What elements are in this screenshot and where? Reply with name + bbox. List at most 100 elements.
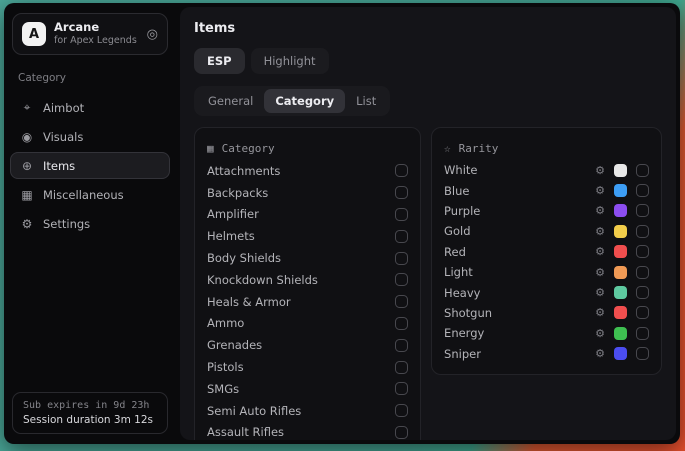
category-label: Ammo — [207, 316, 244, 330]
checkbox[interactable] — [636, 164, 649, 177]
loot-box-icon: ⊕ — [20, 159, 34, 173]
rarity-label: Energy — [444, 326, 484, 340]
checkbox[interactable] — [395, 361, 408, 374]
sidebar-item-label: Visuals — [43, 130, 83, 144]
color-swatch[interactable] — [614, 245, 627, 258]
gear-icon[interactable]: ⚙ — [595, 306, 605, 319]
category-row: Amplifier — [207, 204, 408, 226]
checkbox[interactable] — [636, 245, 649, 258]
checkbox[interactable] — [636, 204, 649, 217]
gear-icon[interactable]: ⚙ — [595, 164, 605, 177]
sidebar-item-items[interactable]: ⊕ Items — [10, 152, 170, 179]
color-swatch[interactable] — [614, 266, 627, 279]
gear-icon[interactable]: ⚙ — [595, 347, 605, 360]
grid-icon: ▦ — [20, 188, 34, 202]
checkbox[interactable] — [395, 186, 408, 199]
checkbox[interactable] — [636, 266, 649, 279]
checkbox[interactable] — [395, 208, 408, 221]
color-swatch[interactable] — [614, 204, 627, 217]
category-row: Pistols — [207, 356, 408, 378]
checkbox[interactable] — [395, 404, 408, 417]
color-swatch[interactable] — [614, 184, 627, 197]
gear-icon[interactable]: ⚙ — [595, 286, 605, 299]
category-row: Grenades — [207, 334, 408, 356]
gear-icon[interactable]: ⚙ — [595, 266, 605, 279]
category-label: Assault Rifles — [207, 425, 284, 439]
checkbox[interactable] — [395, 252, 408, 265]
sidebar-item-aimbot[interactable]: ⌖ Aimbot — [10, 94, 170, 121]
checkbox[interactable] — [395, 426, 408, 439]
gear-icon[interactable]: ⚙ — [595, 184, 605, 197]
color-swatch[interactable] — [614, 347, 627, 360]
checkbox[interactable] — [395, 295, 408, 308]
app-logo: A — [22, 22, 46, 46]
chip-esp[interactable]: ESP — [194, 48, 245, 74]
rarity-row: Light ⚙ — [444, 262, 649, 282]
tab-bar: General Category List — [194, 86, 390, 116]
gear-icon[interactable]: ⚙ — [595, 245, 605, 258]
checkbox[interactable] — [395, 164, 408, 177]
category-label: SMGs — [207, 382, 239, 396]
category-label: Helmets — [207, 229, 255, 243]
rarity-label: Light — [444, 265, 473, 279]
sidebar: A Arcane for Apex Legends ◎ Category ⌖ A… — [4, 3, 176, 444]
rarity-row: Heavy ⚙ — [444, 282, 649, 302]
chip-highlight[interactable]: Highlight — [251, 48, 329, 74]
checkbox[interactable] — [636, 184, 649, 197]
rarity-label: Red — [444, 245, 466, 259]
category-row: Ammo — [207, 313, 408, 335]
color-swatch[interactable] — [614, 225, 627, 238]
checkbox[interactable] — [395, 382, 408, 395]
target-settings-icon[interactable]: ◎ — [147, 27, 158, 42]
sub-expires-text: Sub expires in 9d 23h — [23, 400, 157, 411]
rarity-row: Sniper ⚙ — [444, 344, 649, 364]
gear-icon[interactable]: ⚙ — [595, 225, 605, 238]
rarity-label: Blue — [444, 184, 469, 198]
checkbox[interactable] — [395, 230, 408, 243]
rarity-row: Red ⚙ — [444, 242, 649, 262]
color-swatch[interactable] — [614, 286, 627, 299]
rarity-row: Purple ⚙ — [444, 201, 649, 221]
checkbox[interactable] — [395, 339, 408, 352]
sidebar-item-miscellaneous[interactable]: ▦ Miscellaneous — [10, 181, 170, 208]
sidebar-item-settings[interactable]: ⚙ Settings — [10, 210, 170, 237]
color-swatch[interactable] — [614, 327, 627, 340]
category-row: Knockdown Shields — [207, 269, 408, 291]
rarity-label: Heavy — [444, 286, 480, 300]
tab-category[interactable]: Category — [264, 89, 345, 113]
app-header-card: A Arcane for Apex Legends ◎ — [12, 13, 168, 55]
sidebar-item-visuals[interactable]: ◉ Visuals — [10, 123, 170, 150]
tab-list[interactable]: List — [345, 89, 387, 113]
category-label: Attachments — [207, 164, 280, 178]
color-swatch[interactable] — [614, 164, 627, 177]
checkbox[interactable] — [395, 273, 408, 286]
gear-icon: ⚙ — [20, 217, 34, 231]
rarity-row: White ⚙ — [444, 160, 649, 180]
rarity-row: Energy ⚙ — [444, 323, 649, 343]
gear-icon[interactable]: ⚙ — [595, 204, 605, 217]
category-row: Backpacks — [207, 182, 408, 204]
category-label: Pistols — [207, 360, 244, 374]
checkbox[interactable] — [636, 306, 649, 319]
rarity-row: Shotgun ⚙ — [444, 303, 649, 323]
sidebar-item-label: Miscellaneous — [43, 188, 124, 202]
category-row: Helmets — [207, 225, 408, 247]
checkbox[interactable] — [636, 327, 649, 340]
rarity-card-title: Rarity — [459, 142, 499, 155]
color-swatch[interactable] — [614, 306, 627, 319]
category-row: Body Shields — [207, 247, 408, 269]
checkbox[interactable] — [636, 225, 649, 238]
gear-icon[interactable]: ⚙ — [595, 327, 605, 340]
rarity-label: White — [444, 163, 477, 177]
checkbox[interactable] — [636, 347, 649, 360]
tab-general[interactable]: General — [197, 89, 264, 113]
app-name: Arcane — [54, 21, 137, 34]
checkbox[interactable] — [636, 286, 649, 299]
crosshair-icon: ⌖ — [20, 100, 34, 115]
category-card-title: Category — [222, 142, 275, 155]
rarity-label: Purple — [444, 204, 480, 218]
category-row: Semi Auto Rifles — [207, 400, 408, 422]
checkbox[interactable] — [395, 317, 408, 330]
star-icon: ☆ — [444, 142, 451, 155]
category-card: ▦ Category Attachments Backpacks — [194, 127, 421, 440]
